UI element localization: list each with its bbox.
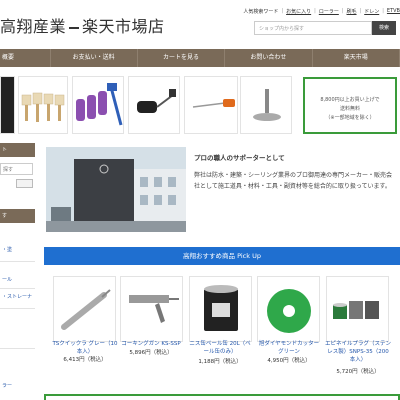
top-link-popular-words: 人気検索ワード — [243, 9, 279, 15]
divider — [0, 308, 35, 309]
free-shipping-line1: 8,800円以上お買い上げで — [320, 97, 380, 103]
disc-tool-image — [253, 89, 281, 121]
store-logo[interactable]: 高翔産業 楽天市場店 — [0, 13, 165, 37]
main-nav: 概要 お支払い・送料 カートを見る お問い合わせ 楽天市場 — [0, 49, 400, 67]
sidebar-item-roller[interactable]: ラー — [2, 382, 12, 389]
diamond-cutter-image — [267, 289, 311, 333]
product-price-diamond-cutter: 4,950円（税込） — [267, 358, 311, 364]
free-shipping-banner[interactable]: 8,800円以上お買い上げで 送料無料 （※一部地域を除く） — [303, 77, 397, 134]
product-card-wall-plug[interactable] — [326, 276, 389, 342]
product-price-caulking-gun: 5,896円（税込） — [129, 350, 173, 356]
search-input[interactable]: ショップ内から探す — [254, 21, 372, 35]
bottom-section-frame — [44, 394, 400, 400]
product-name-diamond-cutter[interactable]: 旭ダイヤモンドカッター グリーン — [256, 340, 322, 356]
top-link-drain[interactable]: ドレン — [364, 8, 379, 15]
sidebar-item-roll[interactable]: ール — [2, 276, 12, 283]
top-link-roller[interactable]: ローラー — [319, 8, 339, 15]
about-description: 弊社は防水・建築・シーリング業界のプロ御用達の専門メーカー・販売会社として施工道… — [194, 172, 393, 190]
divider: | — [341, 8, 344, 14]
top-links: 人気検索ワード | お気に入り | ローラー | 刷毛 | ドレン | ETVB — [243, 8, 400, 15]
nav-item-payment-shipping[interactable]: お支払い・送料 — [51, 49, 138, 67]
product-card-pail-can[interactable] — [189, 276, 252, 342]
top-link-favorites[interactable]: お気に入り — [286, 8, 311, 15]
wall-plug-image — [333, 301, 379, 319]
divider: | — [314, 8, 316, 14]
caulking-gun-image — [129, 295, 179, 323]
building-illustration — [46, 147, 186, 232]
brush-set-image — [21, 92, 65, 122]
sidebar-item-strainer[interactable]: ・ストレーナ — [2, 293, 32, 300]
category-thumb-rollers[interactable] — [72, 76, 124, 134]
product-name-caulking-gun[interactable]: コーキングガン KS-SSP — [118, 340, 184, 348]
spatula-image — [192, 99, 235, 108]
nav-item-cart[interactable]: カートを見る — [138, 49, 226, 67]
header: 高翔産業 楽天市場店 人気検索ワード | お気に入り | ローラー | 刷毛 | … — [0, 0, 400, 48]
sidebar-search-input[interactable]: 探す — [0, 163, 33, 175]
sealant-tube-image — [61, 289, 111, 330]
product-name-pail-can[interactable]: ニス缶ペール缶 20L（ペール缶のみ） — [187, 340, 253, 356]
nav-item-contact[interactable]: お問い合わせ — [225, 49, 313, 67]
pickup-banner: 高翔おすすめ商品 Pick Up — [44, 247, 400, 265]
product-card-diamond-cutter[interactable] — [257, 276, 320, 342]
sidebar-item-paint[interactable]: ・塗 — [2, 246, 12, 253]
company-building-image — [46, 147, 186, 232]
pail-can-image — [204, 285, 238, 331]
category-thumb-disc-tool[interactable] — [240, 76, 292, 134]
category-thumb-hand-roller[interactable] — [128, 76, 180, 134]
store-suffix: 楽天市場店 — [82, 17, 165, 36]
divider: | — [359, 8, 362, 14]
sidebar-search-button[interactable] — [16, 179, 33, 188]
product-name-sealant[interactable]: TSクイックラ グレー（10本入） — [52, 340, 118, 356]
top-link-etvb[interactable]: ETVB — [387, 8, 400, 15]
top-link-brush[interactable]: 刷毛 — [347, 8, 357, 15]
logo-separator — [69, 26, 80, 29]
product-name-wall-plug[interactable]: エピネイルプラグ（ステンレス製）SNPS-35（200本入） — [325, 340, 391, 364]
nav-item-overview[interactable]: 概要 — [0, 49, 51, 67]
product-price-pail-can: 1,188円（税込） — [198, 359, 242, 365]
nav-item-rakuten[interactable]: 楽天市場 — [313, 49, 400, 67]
category-thumb-spatula[interactable] — [184, 76, 238, 134]
product-card-caulking-gun[interactable] — [120, 276, 183, 342]
store-name: 高翔産業 — [0, 17, 67, 36]
divider — [0, 261, 35, 262]
product-card-sealant[interactable] — [53, 276, 116, 342]
divider: | — [382, 8, 384, 14]
free-shipping-line3: （※一部地域を除く） — [325, 115, 375, 121]
divider — [0, 348, 35, 349]
free-shipping-line2: 送料無料 — [339, 106, 360, 112]
category-thumb-brushes[interactable] — [18, 76, 68, 134]
paint-roller-image — [76, 83, 123, 126]
product-price-wall-plug: 5,720円（税込） — [336, 369, 380, 375]
sidebar-heading-category: す — [0, 209, 35, 223]
divider: | — [281, 8, 284, 14]
sidebar-heading-search: ト — [0, 143, 35, 157]
about-title: プロの職人のサポーターとして — [194, 154, 285, 162]
hand-roller-image — [137, 89, 176, 113]
left-sidebar: ト 探す す ・塗 ール ・ストレーナ ラー — [0, 143, 35, 400]
divider — [0, 288, 35, 289]
product-price-sealant: 6,413円（税込） — [63, 357, 107, 363]
search-button[interactable]: 検索 — [372, 21, 396, 35]
category-thumb-partial[interactable] — [0, 76, 15, 134]
